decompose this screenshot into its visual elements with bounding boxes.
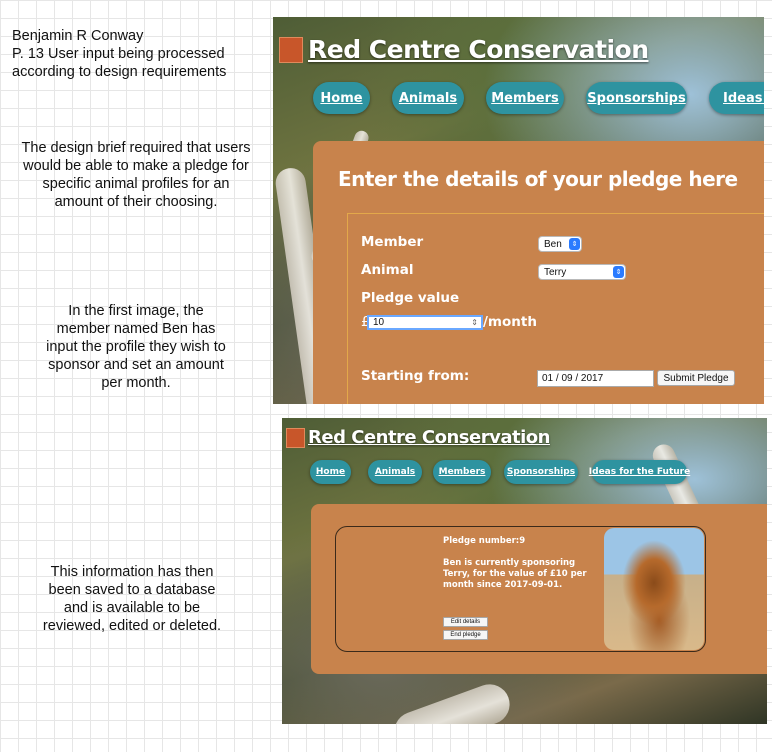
- note-line: per month.: [101, 375, 171, 391]
- animal-value: Terry: [544, 266, 567, 278]
- note-line: sponsor and set an amount: [48, 357, 224, 373]
- note-line: This information has then: [50, 564, 214, 580]
- note-line: reviewed, edited or deleted.: [42, 618, 222, 634]
- note-line: In the first image, the: [68, 303, 204, 319]
- intro-note: Benjamin R Conway P. 13 User input being…: [12, 27, 272, 81]
- brief-note: The design brief required that users wou…: [6, 139, 266, 211]
- site-title[interactable]: Red Centre Conservation: [308, 427, 550, 448]
- pledge-summary: Ben is currently sponsoring Terry, for t…: [443, 558, 587, 590]
- pledge-number: Pledge number:9: [443, 536, 526, 546]
- nav-animals[interactable]: Animals: [392, 82, 464, 114]
- brief-line: amount of their choosing.: [54, 194, 218, 210]
- note-line: member named Ben has: [56, 321, 216, 337]
- nav-sponsorships[interactable]: Sponsorships: [504, 460, 578, 484]
- nav-home[interactable]: Home: [310, 460, 351, 484]
- member-value: Ben: [544, 238, 562, 250]
- edit-details-button[interactable]: Edit details: [443, 617, 488, 627]
- nav-home[interactable]: Home: [313, 82, 370, 114]
- site-title[interactable]: Red Centre Conservation: [308, 35, 649, 64]
- member-label: Member: [361, 234, 424, 250]
- pledge-form-screenshot: Red Centre Conservation Home Animals Mem…: [273, 17, 764, 404]
- stepper-icon[interactable]: ⇕: [471, 318, 478, 327]
- animal-label: Animal: [361, 262, 414, 278]
- author-line: Benjamin R Conway: [12, 28, 144, 44]
- pledge-value-text: 10: [373, 317, 385, 328]
- nav-ideas[interactable]: Ideas f: [709, 82, 764, 114]
- animal-select[interactable]: Terry ⇕: [538, 264, 626, 280]
- first-image-note: In the first image, the member named Ben…: [6, 302, 266, 392]
- nav-sponsorships[interactable]: Sponsorships: [586, 82, 687, 114]
- saved-note: This information has then been saved to …: [2, 563, 262, 635]
- nav-animals[interactable]: Animals: [368, 460, 422, 484]
- form-heading: Enter the details of your pledge here: [338, 167, 738, 191]
- pledge-value-label: Pledge value: [361, 290, 460, 306]
- end-pledge-button[interactable]: End pledge: [443, 630, 488, 640]
- per-month-label: /month: [483, 314, 537, 330]
- pledge-saved-screenshot: Red Centre Conservation Home Animals Mem…: [282, 418, 767, 724]
- note-line: and is available to be: [63, 600, 201, 616]
- brief-line: specific animal profiles for an: [42, 176, 230, 192]
- nav-members[interactable]: Members: [486, 82, 564, 114]
- pledge-value-input[interactable]: 10 ⇕: [367, 315, 483, 330]
- starting-from-label: Starting from:: [361, 368, 470, 384]
- brief-line: would be able to make a pledge for: [23, 158, 249, 174]
- nav-members[interactable]: Members: [433, 460, 491, 484]
- logo-icon: [279, 37, 303, 63]
- submit-pledge-button[interactable]: Submit Pledge: [657, 370, 735, 386]
- page-line: P. 13 User input being processed: [12, 46, 225, 62]
- brief-line: The design brief required that users: [21, 140, 251, 156]
- select-arrows-icon: ⇕: [569, 238, 580, 250]
- member-select[interactable]: Ben ⇕: [538, 236, 582, 252]
- nav-ideas[interactable]: Ideas for the Future: [589, 460, 690, 484]
- select-arrows-icon: ⇕: [613, 266, 624, 278]
- note-line: been saved to a database: [48, 582, 216, 598]
- page-line-2: according to design requirements: [12, 64, 227, 80]
- thorny-devil-photo: [604, 528, 704, 650]
- logo-icon: [286, 428, 305, 448]
- note-line: input the profile they wish to: [46, 339, 226, 355]
- start-date-input[interactable]: 01 / 09 / 2017: [537, 370, 654, 387]
